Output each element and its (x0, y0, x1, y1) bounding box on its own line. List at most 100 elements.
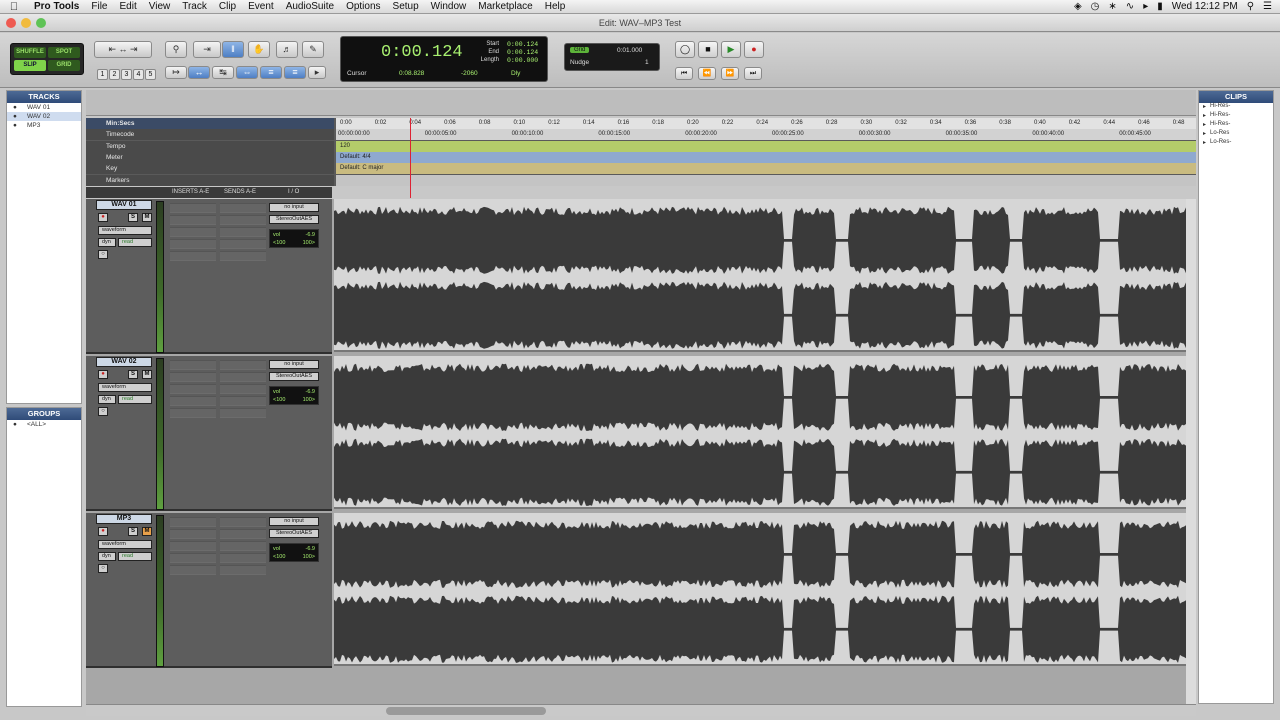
solo-button[interactable]: S (128, 527, 138, 536)
zoomer-tool-icon[interactable]: ⚲ (165, 41, 187, 58)
tempo-ruler[interactable]: 120 (336, 141, 1196, 152)
menu-event[interactable]: Event (242, 1, 280, 12)
delay-label[interactable]: Dly (511, 70, 520, 77)
main-counter[interactable]: 0:00.124 Start End Length 0:00.124 0:00.… (340, 36, 548, 82)
app-menu[interactable]: Pro Tools (28, 1, 85, 12)
send-slot[interactable] (220, 239, 266, 249)
zoom-preset-3[interactable]: 3 (121, 69, 132, 80)
insert-slot[interactable] (170, 408, 216, 418)
send-slot[interactable] (220, 227, 266, 237)
menu-options[interactable]: Options (340, 1, 386, 12)
minsecs-ruler-label[interactable]: Min:Secs (86, 118, 334, 129)
track-list-item[interactable]: ● WAV 01 (7, 103, 81, 112)
record-enable-button[interactable]: ● (98, 213, 108, 222)
menu-help[interactable]: Help (539, 1, 572, 12)
track-visible-icon[interactable]: ● (13, 122, 17, 129)
zoom-buttons[interactable]: ⇤ ↔ ⇥ (94, 41, 152, 58)
length-value[interactable]: 0:00.000 (507, 57, 538, 64)
pan-right-value[interactable]: 100> (303, 239, 315, 247)
menu-track[interactable]: Track (176, 1, 213, 12)
track-name[interactable]: WAV 01 (96, 200, 152, 210)
menubar-clock[interactable]: Wed 12:12 PM (1172, 1, 1238, 12)
clip-list-item[interactable]: ▸ Hi-Res- (1199, 121, 1273, 130)
insert-slot[interactable] (170, 203, 216, 213)
send-slot[interactable] (220, 396, 266, 406)
trim-tool-icon[interactable]: ⇥ (193, 41, 221, 58)
link-track-icon[interactable]: ↹ (212, 66, 234, 79)
mute-button[interactable]: M (142, 213, 152, 222)
zoom-preset-4[interactable]: 4 (133, 69, 144, 80)
timecode-ruler[interactable]: 00:00:00:00 00:00:05:00 00:00:10:00 00:00:1… (336, 129, 1196, 140)
return-to-zero-icon[interactable]: ⏮ (675, 67, 693, 80)
expand-arrow-icon[interactable]: ▸ (1203, 139, 1206, 148)
clip-list-item[interactable]: ▸ Lo-Res (1199, 130, 1273, 139)
vertical-scrollbar[interactable] (1186, 199, 1196, 704)
dyn-button[interactable]: dyn (98, 552, 116, 561)
vol-value[interactable]: -6.9 (306, 231, 315, 239)
mute-button[interactable]: M (142, 370, 152, 379)
insert-slot[interactable] (170, 360, 216, 370)
minsecs-ruler[interactable]: 0:00 0:02 0:04 0:06 0:08 0:10 0:12 0:14 0:16 0:18… (336, 118, 1196, 129)
link-timeline-icon[interactable]: ↔ (188, 66, 210, 79)
pan-left-value[interactable]: <100 (273, 240, 285, 246)
insert-slot[interactable] (170, 565, 216, 575)
send-slot[interactable] (220, 251, 266, 261)
clip-list-item[interactable]: ▸ Hi-Res- (1199, 112, 1273, 121)
playlist-icon[interactable]: ○ (98, 407, 108, 416)
mute-button[interactable]: M (142, 527, 152, 536)
track-visible-icon[interactable]: ● (13, 113, 17, 120)
mirror-midi-icon[interactable]: ≡ (260, 66, 282, 79)
track-view-selector[interactable]: waveform (98, 226, 152, 235)
track-name[interactable]: WAV 02 (96, 357, 152, 367)
timecode-ruler-label[interactable]: Timecode (86, 129, 334, 140)
sends-column-header[interactable]: SENDS A-E (224, 187, 256, 198)
input-selector[interactable]: no input (269, 203, 319, 212)
output-selector[interactable]: StereoOutAES (269, 372, 319, 381)
pan-left-value[interactable]: <100 (273, 554, 285, 560)
insert-slot[interactable] (170, 517, 216, 527)
key-ruler-label[interactable]: Key (86, 163, 334, 174)
send-slot[interactable] (220, 408, 266, 418)
key-ruler[interactable]: Default: C major (336, 163, 1196, 174)
stop-button-icon[interactable]: ■ (698, 41, 718, 58)
insertion-follows-icon[interactable]: ⇔ (236, 66, 258, 79)
zoom-preset-1[interactable]: 1 (97, 69, 108, 80)
send-slot[interactable] (220, 517, 266, 527)
clip-list-item[interactable]: ▸ Hi-Res- (1199, 103, 1273, 112)
nudge-value[interactable]: 1 (645, 59, 649, 66)
pan-right-value[interactable]: 100> (303, 396, 315, 404)
audio-clip-waveform[interactable] (334, 356, 1186, 509)
send-slot[interactable] (220, 360, 266, 370)
zoom-preset-2[interactable]: 2 (109, 69, 120, 80)
send-slot[interactable] (220, 541, 266, 551)
volume-pan-readout[interactable]: vol -6.9 <100 100> (269, 229, 319, 248)
input-selector[interactable]: no input (269, 517, 319, 526)
audio-clip-waveform[interactable] (334, 513, 1186, 666)
groups-panel-header[interactable]: GROUPS (7, 408, 81, 420)
audio-clip-waveform[interactable] (334, 199, 1186, 352)
dropbox-icon[interactable]: ◈ (1074, 1, 1082, 12)
meter-value[interactable]: Default: 4/4 (340, 154, 371, 160)
zoom-window-button[interactable] (36, 18, 46, 28)
tempo-value[interactable]: 120 (340, 143, 350, 149)
menu-file[interactable]: File (85, 1, 113, 12)
dyn-button[interactable]: dyn (98, 395, 116, 404)
insert-slot[interactable] (170, 251, 216, 261)
expand-arrow-icon[interactable]: ▸ (1203, 121, 1206, 130)
start-value[interactable]: 0:00.124 (507, 41, 538, 48)
nudge-button[interactable]: Nudge (570, 59, 589, 66)
insert-slot[interactable] (170, 372, 216, 382)
automation-mode-selector[interactable]: read (118, 238, 152, 247)
insert-slot[interactable] (170, 384, 216, 394)
insert-slot[interactable] (170, 553, 216, 563)
online-button-icon[interactable]: ◯ (675, 41, 695, 58)
group-active-icon[interactable]: ● (13, 421, 17, 428)
expand-arrow-icon[interactable]: ▸ (1203, 130, 1206, 139)
key-value[interactable]: Default: C major (340, 165, 383, 171)
horizontal-scrollbar[interactable] (86, 704, 1196, 716)
track-visible-icon[interactable]: ● (13, 104, 17, 111)
battery-icon[interactable]: ▮ (1157, 1, 1163, 12)
playhead-cursor[interactable] (410, 118, 411, 198)
insert-slot[interactable] (170, 529, 216, 539)
insert-slot[interactable] (170, 227, 216, 237)
